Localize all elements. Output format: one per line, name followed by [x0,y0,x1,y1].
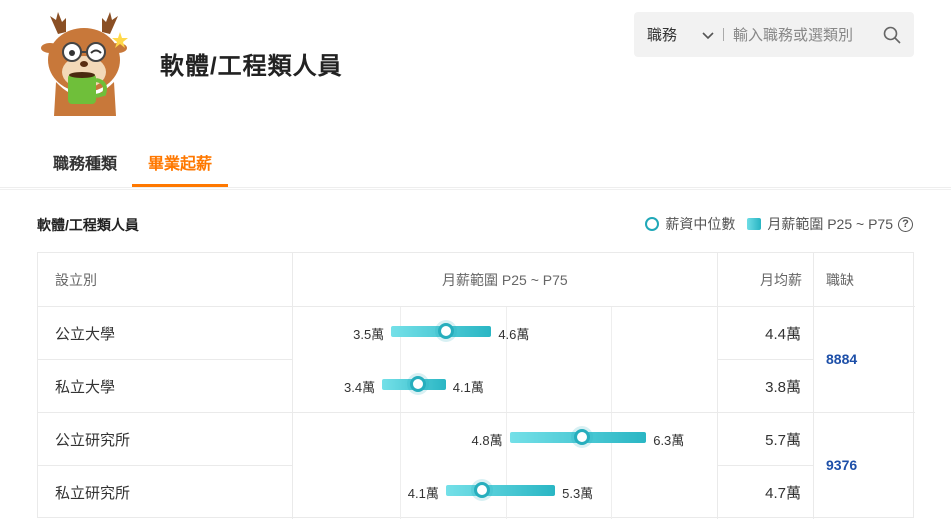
header-vacancies: 職缺 [826,272,854,288]
divider [0,189,951,190]
row-divider [717,359,813,360]
salary-range-bar[interactable] [445,485,556,496]
p25-label: 3.5萬 [353,327,385,342]
median-legend-icon [645,217,660,231]
column-divider [292,253,293,519]
column-divider [813,253,814,519]
divider [723,28,724,41]
p25-label: 4.8萬 [471,433,503,448]
p75-label: 4.6萬 [498,327,530,342]
salary-table: 設立別 月薪範圍 P25 ~ P75 月均薪 職缺 公立大學 私立大學 公立研究… [37,252,915,519]
header-avg: 月均薪 [760,272,802,288]
row-label-public-university: 公立大學 [55,326,116,343]
column-divider [717,253,718,519]
p25-label: 3.4萬 [344,380,376,395]
job-search-bar: 職務 輸入職務或選類別 [634,12,914,57]
tab-bar: 職務種類 畢業起薪 [0,138,951,188]
help-icon[interactable]: ? [898,216,913,232]
row-divider [38,359,292,360]
header-type: 設立別 [55,272,97,288]
page-title: 軟體/工程類人員 [160,53,343,80]
section-title: 軟體/工程類人員 [37,217,139,233]
median-marker[interactable] [437,323,454,339]
tab-job-types[interactable]: 職務種類 [53,150,117,174]
avg-salary: 4.7萬 [765,485,801,502]
p75-label: 4.1萬 [452,380,484,395]
grid-line [400,307,401,519]
chart-legend: 薪資中位數 月薪範圍 P25 ~ P75 ? [645,214,913,234]
row-divider [38,412,915,413]
row-divider [717,465,813,466]
median-legend-label: 薪資中位數 [665,216,736,232]
row-label-public-graduate: 公立研究所 [55,432,131,449]
vacancy-count[interactable]: 8884 [826,351,857,367]
range-legend-icon [747,218,762,230]
avg-salary: 5.7萬 [765,432,801,449]
deer-mascot-illustration [41,12,128,116]
header-range: 月薪範圍 P25 ~ P75 [442,272,568,288]
p25-label: 4.1萬 [407,486,439,501]
category-select[interactable]: 職務 [634,24,694,45]
chevron-down-icon[interactable] [700,27,716,43]
tab-starting-salary[interactable]: 畢業起薪 [148,150,212,174]
vacancy-count[interactable]: 9376 [826,457,857,473]
search-input[interactable]: 輸入職務或選類別 [733,24,882,45]
p75-label: 5.3萬 [562,486,594,501]
range-legend-label: 月薪範圍 P25 ~ P75 [767,216,893,232]
search-icon[interactable] [882,25,902,45]
p75-label: 6.3萬 [653,433,685,448]
avg-salary: 4.4萬 [765,326,801,343]
row-label-private-university: 私立大學 [55,379,116,396]
avg-salary: 3.8萬 [765,379,801,396]
row-divider [38,465,292,466]
grid-line [611,307,612,519]
active-tab-indicator [132,184,228,187]
row-label-private-graduate: 私立研究所 [55,485,131,502]
